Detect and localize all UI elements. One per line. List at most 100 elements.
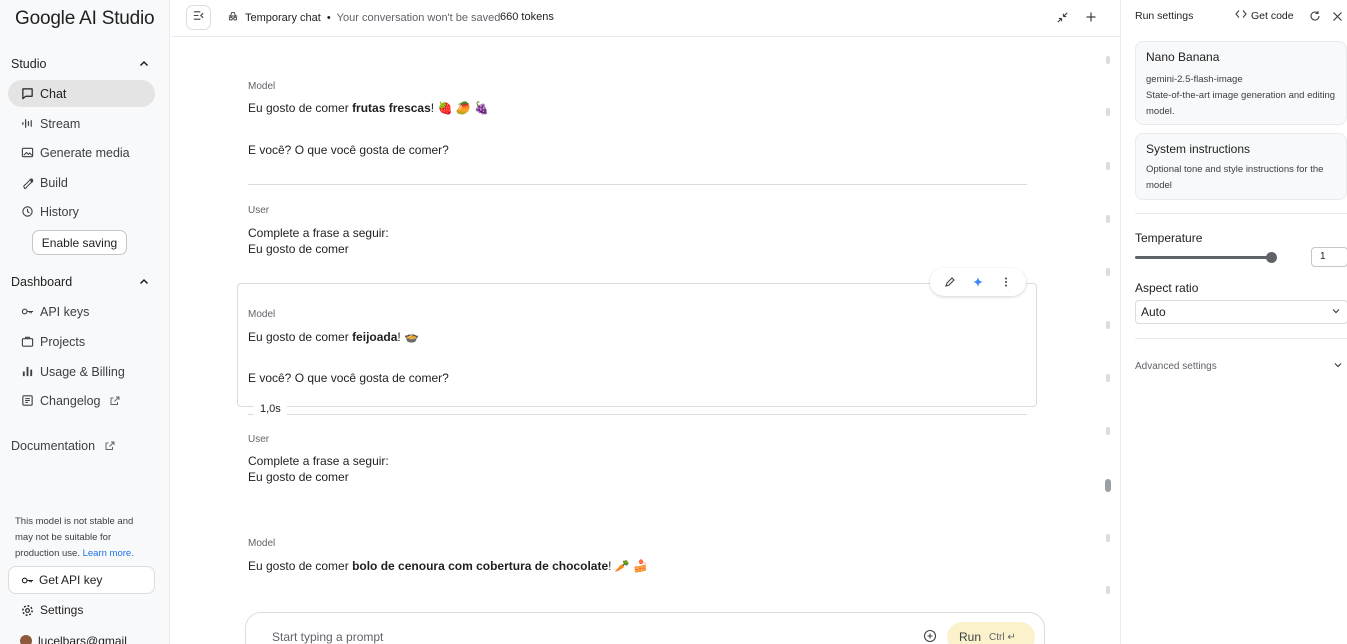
message-role: User (248, 205, 270, 216)
temporary-chat-indicator: Temporary chat • Your conversation won't… (227, 10, 500, 25)
get-api-key-button[interactable]: Get API key (8, 566, 155, 594)
message-card-hovered[interactable] (237, 283, 1037, 407)
sidebar-item-usage-billing[interactable]: Usage & Billing (8, 358, 155, 385)
message-text-post: ! 🍓 🥭 🍇 (430, 101, 489, 115)
chevron-down-icon (1333, 360, 1343, 373)
message-text-bold: bolo de cenoura com cobertura de chocola… (352, 559, 609, 573)
enable-saving-button[interactable]: Enable saving (32, 230, 127, 255)
chat-icon (20, 87, 34, 101)
prompt-input[interactable]: Start typing a prompt (272, 630, 383, 644)
app-logo[interactable]: Google AI Studio (15, 8, 155, 30)
model-selector-card[interactable]: Nano Banana gemini-2.5-flash-image State… (1135, 41, 1347, 125)
chat-minimap-scrollbar[interactable] (1105, 56, 1111, 596)
message-text: Eu gosto de comer (248, 470, 349, 484)
documentation-link[interactable]: Documentation (0, 432, 147, 459)
chat-area: Model Eu gosto de comer frutas frescas! … (171, 38, 1120, 644)
compare-icon[interactable] (1054, 9, 1070, 25)
response-time: 1,0s (254, 403, 287, 415)
stream-icon (20, 117, 34, 131)
sparkle-rerun-icon[interactable] (971, 275, 985, 289)
add-media-icon[interactable] (923, 629, 937, 643)
message-text: Eu gosto de comer (248, 242, 349, 256)
temporary-chat-label: Temporary chat (245, 11, 321, 24)
minimap-marker[interactable] (1106, 374, 1110, 382)
minimap-marker[interactable] (1106, 215, 1110, 223)
sidebar-item-label: Projects (40, 334, 86, 349)
collapse-sidebar-icon (192, 9, 205, 27)
message-role: User (248, 434, 270, 445)
chevron-up-icon[interactable] (137, 275, 151, 289)
message-text-pre: Eu gosto de comer (248, 559, 353, 573)
sidebar-item-changelog[interactable]: Changelog (8, 387, 155, 414)
message-text: Eu gosto de comer frutas frescas! 🍓 🥭 🍇 (248, 100, 489, 116)
model-description: State-of-the-art image generation and ed… (1146, 90, 1336, 117)
message-text: Complete a frase a seguir: (248, 454, 389, 468)
sidebar-item-stream[interactable]: Stream (8, 110, 155, 137)
chevron-down-icon (1331, 305, 1341, 319)
chevron-up-icon[interactable] (137, 57, 151, 71)
sidebar-toggle-button[interactable] (186, 5, 211, 30)
slider-thumb[interactable] (1266, 252, 1277, 263)
run-settings-title: Run settings (1135, 10, 1194, 22)
temperature-input[interactable]: 1 (1311, 247, 1347, 267)
learn-more-link[interactable]: Learn more. (83, 548, 134, 559)
message-divider (248, 414, 1027, 415)
minimap-marker[interactable] (1106, 321, 1110, 329)
aspect-ratio-select[interactable]: Auto (1135, 300, 1347, 324)
get-api-key-label: Get API key (39, 573, 103, 587)
reset-settings-icon[interactable] (1308, 9, 1322, 23)
scroll-thumb[interactable] (1105, 479, 1111, 492)
aspect-ratio-value: Auto (1141, 305, 1166, 319)
minimap-marker[interactable] (1106, 427, 1110, 435)
system-instructions-title: System instructions (1146, 142, 1251, 156)
sidebar-item-build[interactable]: Build (8, 169, 155, 196)
minimap-marker[interactable] (1106, 268, 1110, 276)
gear-icon (20, 603, 34, 617)
minimap-marker[interactable] (1106, 108, 1110, 116)
studio-section-header[interactable]: Studio (11, 54, 151, 74)
aspect-ratio-label: Aspect ratio (1135, 281, 1199, 295)
user-account[interactable]: lucelbars@gmail (20, 634, 127, 644)
get-code-button[interactable]: Get code (1235, 9, 1294, 22)
sidebar-item-label: History (40, 204, 79, 219)
model-name: Nano Banana (1146, 50, 1220, 64)
system-instructions-description: Optional tone and style instructions for… (1146, 164, 1324, 191)
key-icon (20, 305, 34, 319)
minimap-marker[interactable] (1106, 586, 1110, 594)
minimap-marker[interactable] (1106, 56, 1110, 64)
avatar (20, 635, 32, 644)
more-vert-icon[interactable] (999, 275, 1013, 289)
close-icon[interactable] (1330, 9, 1344, 23)
dashboard-section-header[interactable]: Dashboard (11, 272, 151, 292)
sidebar-item-label: Generate media (40, 145, 130, 160)
minimap-marker[interactable] (1106, 534, 1110, 542)
system-instructions-card[interactable]: System instructions Optional tone and st… (1135, 133, 1347, 200)
documentation-label: Documentation (11, 438, 96, 453)
sidebar-item-chat[interactable]: Chat (8, 80, 155, 107)
message-text: Complete a frase a seguir: (248, 226, 389, 240)
incognito-icon (227, 10, 239, 25)
dashboard-heading: Dashboard (11, 275, 73, 289)
run-button[interactable]: Run Ctrl ↵ (947, 622, 1035, 644)
prompt-box[interactable]: Start typing a prompt Run Ctrl ↵ (245, 612, 1045, 644)
sidebar-item-history[interactable]: History (8, 198, 155, 225)
message-text-post: ! 🍲 (397, 330, 420, 344)
advanced-settings-toggle[interactable]: Advanced settings (1135, 360, 1343, 373)
sidebar-item-generate-media[interactable]: Generate media (8, 139, 155, 166)
panel-divider (1135, 338, 1347, 339)
minimap-marker[interactable] (1106, 162, 1110, 170)
edit-pencil-icon[interactable] (943, 275, 957, 289)
message-text-bold: feijoada (352, 330, 398, 344)
build-icon (20, 176, 34, 190)
sidebar-item-label: Chat (40, 86, 67, 101)
new-chat-plus-icon[interactable] (1083, 9, 1099, 25)
advanced-settings-label: Advanced settings (1135, 361, 1217, 372)
message-text-post: ! 🥕 🍰 (608, 559, 649, 573)
message-actions-toolbar (930, 268, 1026, 296)
temperature-slider[interactable] (1135, 252, 1277, 263)
sidebar-item-projects[interactable]: Projects (8, 328, 155, 355)
settings-link[interactable]: Settings (20, 603, 83, 617)
message-text-pre: Eu gosto de comer (248, 101, 353, 115)
model-id: gemini-2.5-flash-image (1146, 74, 1243, 85)
sidebar-item-api-keys[interactable]: API keys (8, 298, 155, 325)
